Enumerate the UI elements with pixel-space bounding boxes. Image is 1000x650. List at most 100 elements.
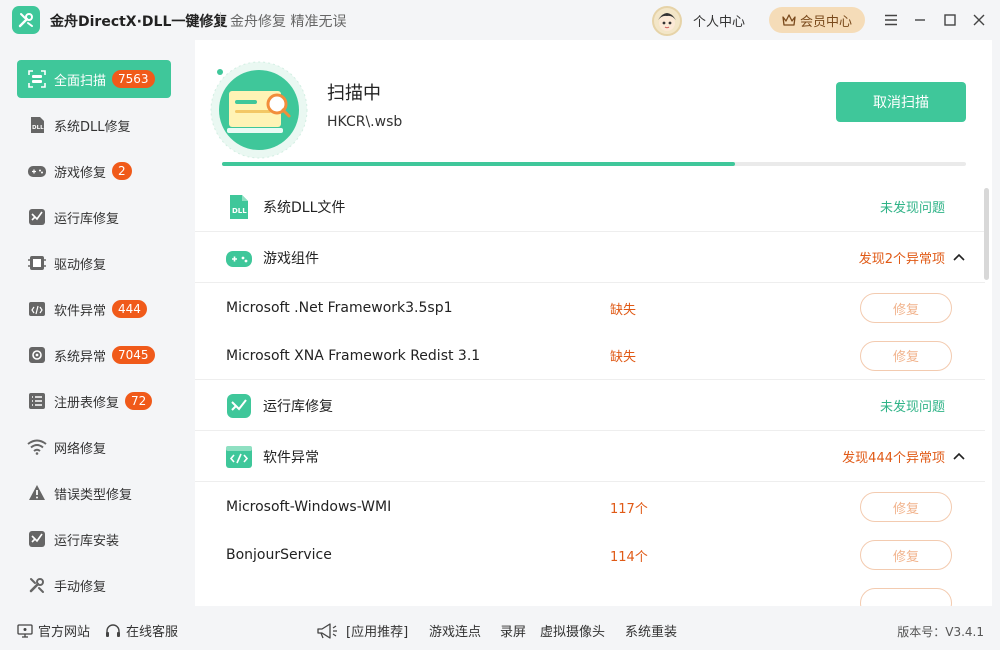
warning-icon	[27, 483, 47, 503]
sidebar-item-label: 驱动修复	[54, 257, 107, 273]
footer-link-game-clicker[interactable]: 游戏连点	[429, 621, 481, 640]
hamburger-icon	[885, 14, 897, 26]
sidebar-item-label: 运行库安装	[54, 533, 120, 549]
sidebar-item-full-scan[interactable]: 全面扫描 7563	[17, 60, 171, 98]
sidebar-item-network-repair[interactable]: 网络修复	[17, 428, 171, 466]
scan-illustration	[209, 60, 309, 160]
megaphone-icon	[317, 622, 337, 639]
sidebar: 全面扫描 7563 DLL 系统DLL修复 游戏修复 2 运行库修复 驱动修复 …	[0, 40, 188, 606]
category-label: 系统DLL文件	[263, 199, 346, 216]
item-detail: 缺失	[610, 302, 637, 318]
count-badge: 7045	[112, 346, 155, 364]
menu-button[interactable]	[880, 9, 902, 31]
list-item: Microsoft .Net Framework3.5sp1 缺失 修复	[195, 284, 985, 332]
gamepad-icon	[27, 161, 47, 181]
avatar[interactable]	[652, 6, 682, 36]
chevron-up-icon[interactable]	[951, 250, 967, 266]
category-status: 发现2个异常项	[858, 252, 945, 267]
scan-progress-fill	[222, 162, 736, 166]
count-badge: 72	[125, 392, 153, 410]
title-divider	[220, 12, 221, 28]
vip-center-label: 会员中心	[799, 14, 852, 30]
code-icon	[27, 299, 47, 319]
headset-icon	[106, 623, 120, 637]
vip-center-button[interactable]: 会员中心	[769, 7, 865, 33]
app-logo	[12, 6, 40, 34]
app-slogan: 金舟修复 精准无误	[230, 14, 347, 30]
sidebar-item-label: 注册表修复	[54, 395, 120, 411]
category-label: 游戏组件	[263, 250, 319, 267]
category-label: 运行库修复	[263, 398, 333, 415]
item-name: Microsoft XNA Framework Redist 3.1	[226, 347, 481, 364]
driver-icon	[27, 253, 47, 273]
category-row-game[interactable]: 游戏组件 发现2个异常项	[195, 233, 985, 283]
wrench-logo-icon	[18, 13, 33, 28]
install-icon	[27, 529, 47, 549]
fix-button-partial[interactable]	[860, 588, 952, 606]
online-service-link[interactable]: 在线客服	[105, 621, 178, 640]
item-detail: 114个	[610, 549, 648, 565]
avatar-face-icon	[658, 13, 676, 31]
category-row-dll: DLL 系统DLL文件 未发现问题	[195, 182, 985, 232]
footer-link-virtual-camera[interactable]: 虚拟摄像头	[540, 621, 605, 640]
svg-text:DLL: DLL	[32, 125, 44, 131]
count-badge: 2	[112, 162, 132, 180]
list-item: BonjourService 114个 修复	[195, 531, 985, 579]
runtime-icon	[227, 393, 251, 418]
list-item: Microsoft XNA Framework Redist 3.1 缺失 修复	[195, 332, 985, 380]
sidebar-item-runtime-repair[interactable]: 运行库修复	[17, 198, 171, 236]
chevron-up-icon[interactable]	[951, 449, 967, 465]
sidebar-item-system-dll[interactable]: DLL 系统DLL修复	[17, 106, 171, 144]
sidebar-item-label: 错误类型修复	[54, 487, 133, 503]
wifi-icon	[27, 437, 47, 457]
close-button[interactable]	[968, 9, 990, 31]
category-label: 软件异常	[263, 449, 319, 466]
profile-link[interactable]: 个人中心	[693, 11, 745, 30]
online-service-label: 在线客服	[126, 625, 179, 640]
fix-button[interactable]: 修复	[860, 340, 952, 371]
sidebar-item-label: 系统异常	[54, 349, 107, 365]
cancel-scan-button[interactable]: 取消扫描	[836, 82, 966, 122]
count-badge: 444	[112, 300, 147, 318]
maximize-icon	[944, 14, 956, 26]
scan-icon	[27, 69, 47, 89]
sidebar-item-runtime-install[interactable]: 运行库安装	[17, 520, 171, 558]
count-badge: 7563	[112, 70, 155, 88]
sidebar-item-label: 软件异常	[54, 303, 107, 319]
footer-link-system-reinstall[interactable]: 系统重装	[625, 621, 677, 640]
sidebar-item-software-error[interactable]: 软件异常 444	[17, 290, 171, 328]
gamepad-icon	[226, 250, 252, 267]
sidebar-item-game-repair[interactable]: 游戏修复 2	[17, 152, 171, 190]
version-label: 版本号：V3.4.1	[897, 625, 984, 639]
footer-link-screen-record[interactable]: 录屏	[500, 621, 526, 640]
fix-button[interactable]: 修复	[860, 293, 952, 323]
sidebar-item-driver-repair[interactable]: 驱动修复	[17, 244, 171, 282]
scan-header: 扫描中 HKCR\.wsb 取消扫描	[195, 40, 992, 182]
crown-icon	[782, 14, 796, 26]
official-site-link[interactable]: 官方网站	[17, 621, 90, 640]
close-icon	[973, 14, 985, 26]
sidebar-item-label: 手动修复	[54, 579, 107, 595]
code-window-icon	[226, 445, 252, 468]
sidebar-item-system-error[interactable]: 系统异常 7045	[17, 336, 171, 374]
sidebar-item-label: 系统DLL修复	[54, 119, 131, 135]
sidebar-item-registry-repair[interactable]: 注册表修复 72	[17, 382, 171, 420]
list-item-partial	[195, 579, 985, 606]
runtime-icon	[27, 207, 47, 227]
maximize-button[interactable]	[939, 9, 961, 31]
sidebar-item-label: 游戏修复	[54, 165, 107, 181]
item-name: BonjourService	[226, 547, 332, 563]
category-row-software[interactable]: 软件异常 发现444个异常项	[195, 432, 985, 482]
list-scrollbar[interactable]	[984, 188, 989, 280]
fix-button[interactable]: 修复	[860, 492, 952, 522]
category-status: 发现444个异常项	[842, 451, 945, 466]
sidebar-item-error-type-repair[interactable]: 错误类型修复	[17, 474, 171, 512]
title-bar: 金舟DirectX·DLL一键修复 金舟修复 精准无误 个人中心 会员中心	[0, 0, 1000, 40]
sidebar-item-manual-repair[interactable]: 手动修复	[17, 566, 171, 604]
category-status: 未发现问题	[879, 201, 945, 216]
recommend-section: [应用推荐]	[316, 621, 408, 640]
minimize-button[interactable]	[909, 9, 931, 31]
recommend-label: [应用推荐]	[346, 625, 409, 640]
fix-button[interactable]: 修复	[860, 540, 952, 570]
category-row-runtime: 运行库修复 未发现问题	[195, 381, 985, 431]
